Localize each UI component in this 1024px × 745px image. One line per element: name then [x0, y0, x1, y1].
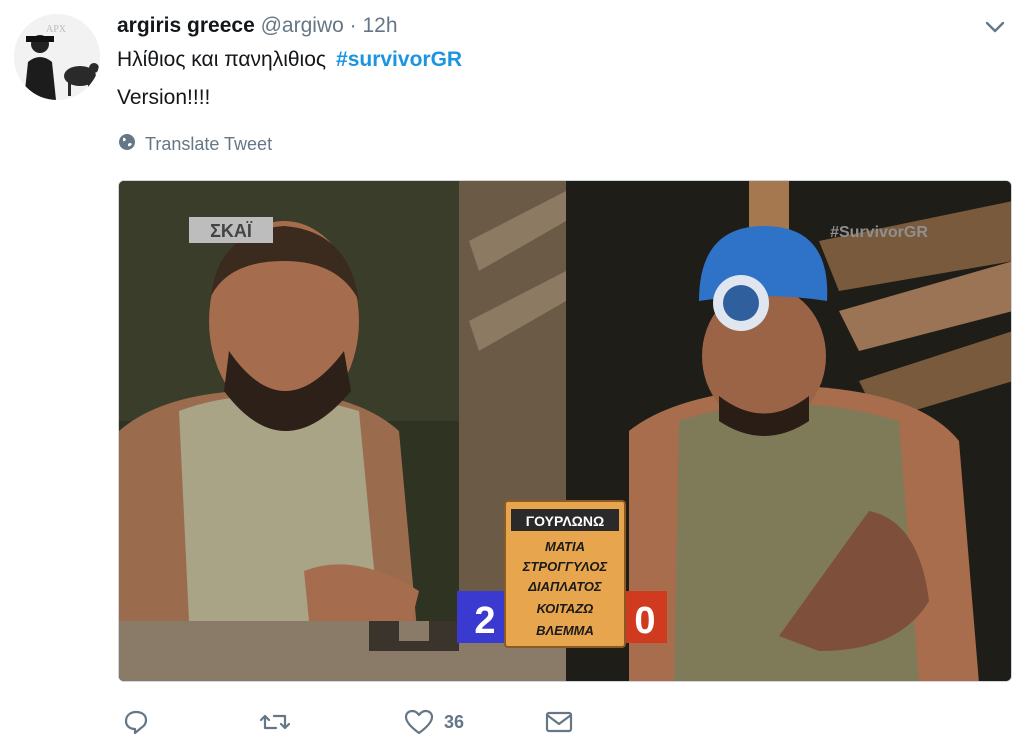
tweet-header: argiris greece @argiwo · 12h — [117, 12, 398, 40]
score-right: 0 — [634, 600, 655, 642]
hashtag-link[interactable]: #survivorGR — [336, 48, 462, 71]
media-image: ΣΚΑΪ #SurvivorGR 2 0 ΓΟΥΡΛΩΝΩ ΜΑΤΙΑ ΣΤΡΟ… — [119, 181, 1011, 681]
display-name[interactable]: argiris greece — [117, 14, 255, 37]
avatar-image: ΑΡΧ — [14, 14, 100, 100]
user-handle[interactable]: @argiwo — [261, 14, 344, 37]
timestamp[interactable]: 12h — [362, 14, 397, 37]
reply-icon — [122, 708, 150, 736]
message-button[interactable] — [544, 708, 574, 736]
translate-label: Translate Tweet — [145, 134, 273, 154]
heart-icon — [404, 708, 434, 736]
tweet-text-line: Version!!!! — [117, 84, 210, 112]
tweet-text: Ηλίθιος και πανηλιθιος — [117, 48, 327, 71]
board-line: ΜΑΤΙΑ — [545, 539, 585, 554]
chevron-down-icon[interactable] — [982, 16, 1008, 38]
envelope-icon — [544, 708, 574, 736]
tweet-text-line: Ηλίθιος και πανηλιθιος #survivorGR — [117, 46, 462, 74]
separator: · — [349, 14, 357, 37]
svg-text:ΑΡΧ: ΑΡΧ — [46, 24, 67, 35]
board-line: ΚΟΙΤΑΖΩ — [537, 601, 594, 616]
avatar[interactable]: ΑΡΧ — [14, 14, 100, 100]
board-line: ΒΛΕΜΜΑ — [536, 623, 594, 638]
tweet-text: Version!!!! — [117, 86, 211, 109]
translate-tweet-link[interactable]: Translate Tweet — [117, 132, 272, 157]
reply-button[interactable] — [122, 708, 150, 736]
like-count: 36 — [444, 711, 465, 732]
board-line: ΣΤΡΟΓΓΥΛΟΣ — [522, 559, 608, 574]
score-left: 2 — [474, 600, 495, 642]
retweet-icon — [258, 708, 292, 736]
globe-icon — [117, 132, 137, 157]
board-header: ΓΟΥΡΛΩΝΩ — [526, 513, 604, 529]
channel-logo: ΣΚΑΪ — [210, 221, 253, 241]
watermark: #SurvivorGR — [830, 224, 928, 241]
like-button[interactable]: 36 — [404, 708, 464, 736]
tweet-media[interactable]: ΣΚΑΪ #SurvivorGR 2 0 ΓΟΥΡΛΩΝΩ ΜΑΤΙΑ ΣΤΡΟ… — [118, 180, 1012, 682]
board-line: ΔΙΑΠΛΑΤΟΣ — [527, 579, 602, 594]
tweet-actions: 36 — [0, 708, 1024, 740]
retweet-button[interactable] — [258, 708, 292, 736]
